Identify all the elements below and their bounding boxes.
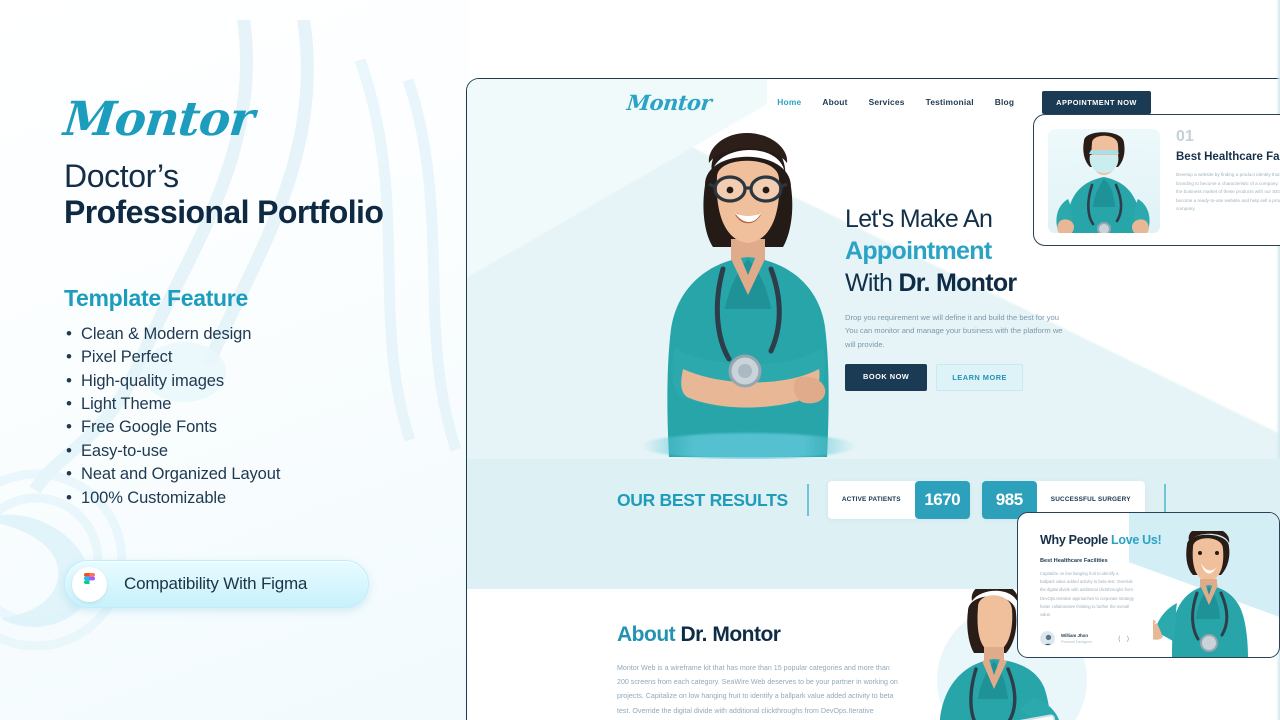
- promo-panel: Montor Doctor’s Professional Portfolio T…: [0, 0, 470, 720]
- list-item: Clean & Modern design: [64, 322, 470, 347]
- feature-card-number: 01: [1176, 128, 1194, 145]
- feature-card: 01 Best Healthcare Facilities Develop a …: [1033, 114, 1280, 246]
- avatar: [1040, 631, 1055, 647]
- list-item: Easy-to-use: [64, 439, 470, 464]
- figma-compatibility-badge[interactable]: Compatibility With Figma: [64, 560, 369, 608]
- list-item: Pixel Perfect: [64, 345, 470, 370]
- nav-item-services[interactable]: Services: [869, 97, 905, 107]
- hero-doctor-image: [613, 119, 883, 459]
- hero-heading-line1: Let's Make An: [845, 205, 993, 233]
- promo-headline-line-2: Professional Portfolio: [64, 193, 384, 230]
- author-meta: William Jhon Product Designer: [1061, 633, 1092, 645]
- about-title-rest: Dr. Montor: [675, 623, 781, 646]
- feature-card-image: [1048, 129, 1160, 233]
- about-body-text: Montor Web is a wireframe kit that has m…: [617, 664, 898, 715]
- appointment-now-button[interactable]: APPOINTMENT NOW: [1042, 90, 1151, 114]
- stat-value-active-patients: 1670: [914, 481, 970, 519]
- figma-badge-label: Compatibility With Figma: [124, 574, 308, 593]
- promo-content: Montor Doctor’s Professional Portfolio T…: [0, 0, 470, 510]
- stat-card-active-patients: ACTIVE PATIENTS 1670: [827, 481, 970, 519]
- hero-heading-line3-prefix: With: [845, 269, 899, 297]
- testimonial-title-prefix: Why People: [1040, 533, 1112, 547]
- promo-feature-list: Clean & Modern design Pixel Perfect High…: [64, 322, 470, 511]
- testimonial-body: Capitalize on low hanging fruit to ident…: [1040, 571, 1134, 617]
- stat-label-active-patients: ACTIVE PATIENTS: [841, 495, 901, 503]
- learn-more-button[interactable]: LEARN MORE: [936, 363, 1023, 391]
- feature-card-title: Best Healthcare Facilities: [1176, 151, 1280, 163]
- hero-heading-line2: Appointment: [845, 237, 992, 265]
- testimonial-doctor-image: [1141, 527, 1265, 657]
- about-title: About Dr. Montor: [617, 623, 781, 647]
- nav-item-testimonial[interactable]: Testimonial: [926, 97, 974, 107]
- site-logo[interactable]: Montor: [626, 90, 713, 115]
- hero-subtitle: Drop you requirement we will define it a…: [845, 313, 1063, 349]
- chevron-left-icon[interactable]: ⟨: [1118, 635, 1121, 643]
- promo-brand-logo: Montor: [61, 92, 257, 147]
- nav-links: Home About Services Testimonial Blog: [777, 97, 1014, 107]
- testimonial-nav-arrows: ⟨ ⟩: [1118, 635, 1129, 643]
- list-item: Neat and Organized Layout: [64, 462, 470, 487]
- book-now-button[interactable]: BOOK NOW: [845, 363, 928, 391]
- testimonial-card: Why People Love Us! Best Healthcare Faci…: [1017, 512, 1280, 658]
- nav-item-home[interactable]: Home: [777, 97, 801, 107]
- promo-feature-title: Template Feature: [64, 284, 248, 311]
- list-item: High-quality images: [64, 368, 470, 393]
- hero-heading-line3-strong: Dr. Montor: [898, 269, 1017, 297]
- author-role: Product Designer: [1061, 639, 1092, 645]
- list-item: Light Theme: [64, 392, 470, 417]
- list-item: 100% Customizable: [64, 486, 470, 511]
- hero-button-group: BOOK NOW LEARN MORE: [845, 363, 1185, 391]
- promo-headline-line-1: Doctor’s: [64, 158, 179, 194]
- figma-logo-icon: [72, 566, 107, 602]
- author-name: William Jhon: [1061, 632, 1089, 638]
- results-title: OUR BEST RESULTS: [617, 489, 788, 510]
- chevron-right-icon[interactable]: ⟩: [1127, 635, 1130, 643]
- feature-card-text: 01 Best Healthcare Facilities Develop a …: [1176, 129, 1280, 231]
- nav-item-blog[interactable]: Blog: [995, 97, 1014, 107]
- about-title-accent: About: [617, 623, 676, 646]
- results-divider-left: [806, 484, 809, 516]
- stat-label-successful-surgery: SUCCESSFUL SURGERY: [1050, 495, 1131, 503]
- list-item: Free Google Fonts: [64, 415, 470, 440]
- feature-card-body: Develop a website by finding a product i…: [1176, 172, 1280, 212]
- nav-item-about[interactable]: About: [822, 97, 847, 107]
- hero-doctor-platform: [641, 433, 856, 459]
